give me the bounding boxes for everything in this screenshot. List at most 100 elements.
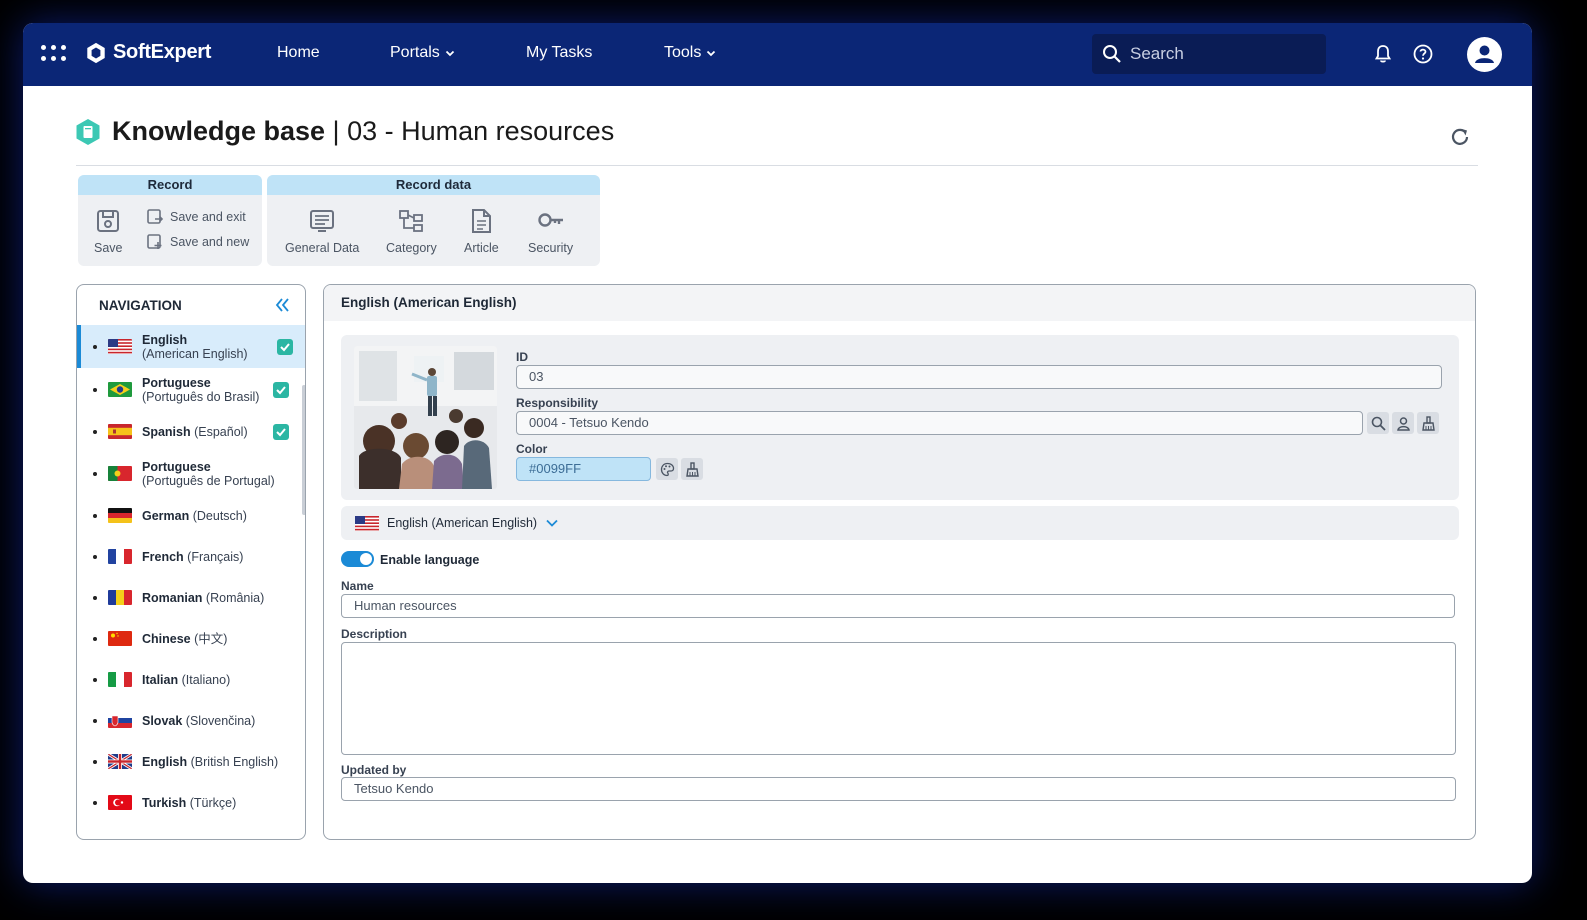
save-and-exit-label: Save and exit [170, 210, 246, 224]
nav-tools[interactable]: Tools [664, 44, 716, 62]
refresh-icon[interactable] [1449, 126, 1471, 148]
toolbar-record-data-group-label: Record data [267, 175, 600, 195]
save-and-new-icon [147, 234, 162, 249]
updated-by-label: Updated by [341, 763, 407, 777]
search-input[interactable] [1130, 44, 1310, 64]
flag-it-icon [108, 672, 132, 687]
language-list-item[interactable]: Chinese (中文) [77, 618, 305, 659]
search-box [1092, 34, 1326, 74]
save-and-new-button[interactable]: Save and new [146, 233, 249, 251]
description-field[interactable] [341, 642, 1456, 755]
language-name-native: (Italiano) [181, 672, 231, 687]
chevron-down-icon [546, 519, 558, 527]
toolbar-record-group-label: Record [78, 175, 262, 195]
language-name-native: (Português de Portugal) [142, 473, 275, 488]
save-button[interactable]: Save [94, 207, 123, 255]
save-label: Save [94, 241, 123, 255]
general-data-button[interactable]: General Data [285, 207, 359, 255]
category-button[interactable]: Category [386, 207, 437, 255]
language-name-native: (Deutsch) [192, 508, 247, 523]
apps-grid-icon[interactable] [41, 45, 67, 65]
name-field[interactable]: Human resources [341, 594, 1455, 618]
language-name-primary: Portuguese [142, 375, 211, 390]
language-name: Spanish (Español) [142, 425, 248, 439]
help-icon[interactable] [1412, 43, 1434, 65]
flag-tr-icon [108, 795, 132, 810]
language-list-item[interactable]: Portuguese (Português do Brasil) [77, 368, 305, 411]
language-name: French (Français) [142, 550, 243, 564]
language-selector[interactable]: English (American English) [341, 506, 1459, 540]
responsibility-field[interactable]: 0004 - Tetsuo Kendo [516, 411, 1363, 435]
navigation-scrollbar[interactable] [302, 385, 305, 515]
collapse-double-chevron-left-icon[interactable] [274, 297, 290, 313]
color-field[interactable]: #0099FF [516, 457, 651, 481]
language-name-primary: Slovak [142, 713, 183, 728]
language-name: Turkish (Türkçe) [142, 796, 236, 810]
enable-language-label: Enable language [380, 553, 480, 567]
language-name-primary: Chinese [142, 631, 191, 646]
toolbar-record-group: Record Save Save and exit Save and new [78, 175, 262, 266]
flag-ro-icon [108, 590, 132, 605]
responsibility-clear-button[interactable] [1417, 412, 1439, 434]
nav-portals[interactable]: Portals [390, 44, 455, 62]
flag-pt-icon [108, 466, 132, 481]
bullet-dot [93, 513, 97, 518]
user-avatar-icon[interactable] [1467, 37, 1502, 72]
page-title-separator: | [325, 116, 348, 146]
color-clear-button[interactable] [681, 458, 703, 480]
nav-home-label: Home [277, 44, 320, 61]
security-button[interactable]: Security [528, 207, 573, 255]
main-panel: English (American English) ID 03 Respons… [323, 284, 1476, 840]
language-list-item[interactable]: French (Français) [77, 536, 305, 577]
bell-icon[interactable] [1372, 43, 1394, 65]
language-name-native: (Slovenčina) [185, 713, 256, 728]
language-list-item[interactable]: English (American English) [77, 325, 305, 368]
general-data-label: General Data [285, 241, 360, 255]
save-and-new-label: Save and new [170, 235, 250, 249]
bullet-dot [93, 718, 97, 723]
enable-language-toggle[interactable] [341, 551, 374, 567]
responsibility-user-button[interactable] [1392, 412, 1414, 434]
category-tree-icon [399, 210, 424, 232]
brand-logo[interactable]: SoftExpert [85, 41, 211, 64]
language-list-item[interactable]: Spanish (Español) [77, 411, 305, 452]
bullet-dot [93, 677, 97, 682]
bullet-dot [93, 387, 97, 392]
language-list-item[interactable]: German (Deutsch) [77, 495, 305, 536]
language-name: Chinese (中文) [142, 632, 227, 646]
updated-by-field[interactable]: Tetsuo Kendo [341, 777, 1456, 801]
language-list-item[interactable]: Slovak (Slovenčina) [77, 700, 305, 741]
language-list-item[interactable]: English (British English) [77, 741, 305, 782]
eraser-broom-icon [685, 461, 699, 477]
enabled-check-icon [273, 381, 289, 398]
article-document-icon [472, 209, 492, 233]
nav-home[interactable]: Home [277, 44, 320, 62]
language-name-primary: Portuguese [142, 459, 211, 474]
bullet-dot [93, 554, 97, 559]
language-name: German (Deutsch) [142, 509, 247, 523]
language-name-native: (Français) [187, 549, 244, 564]
bullet-dot [93, 595, 97, 600]
nav-portals-label: Portals [390, 44, 440, 61]
page-title-record: 03 - Human resources [347, 116, 615, 146]
softexpert-logo-icon [87, 42, 105, 63]
general-data-icon [310, 210, 335, 232]
language-list-item[interactable]: Romanian (România) [77, 577, 305, 618]
language-list-item[interactable]: Portuguese (Português de Portugal) [77, 452, 305, 495]
article-button[interactable]: Article [464, 207, 499, 255]
responsibility-search-button[interactable] [1367, 412, 1389, 434]
nav-my-tasks-label: My Tasks [526, 44, 593, 61]
category-label: Category [386, 241, 437, 255]
enabled-check-icon [277, 338, 293, 355]
nav-my-tasks[interactable]: My Tasks [526, 44, 592, 62]
app-window: SoftExpert Home Portals My Tasks Tools S… [23, 23, 1532, 883]
save-and-exit-button[interactable]: Save and exit [146, 208, 246, 226]
language-name-native: (British English) [190, 754, 279, 769]
language-list-item[interactable]: Turkish (Türkçe) [77, 782, 305, 823]
article-label: Article [464, 241, 499, 255]
color-picker-button[interactable] [656, 458, 678, 480]
bullet-dot [93, 800, 97, 805]
language-list-item[interactable]: Italian (Italiano) [77, 659, 305, 700]
flag-us-icon [355, 515, 379, 531]
id-field[interactable]: 03 [516, 365, 1442, 389]
